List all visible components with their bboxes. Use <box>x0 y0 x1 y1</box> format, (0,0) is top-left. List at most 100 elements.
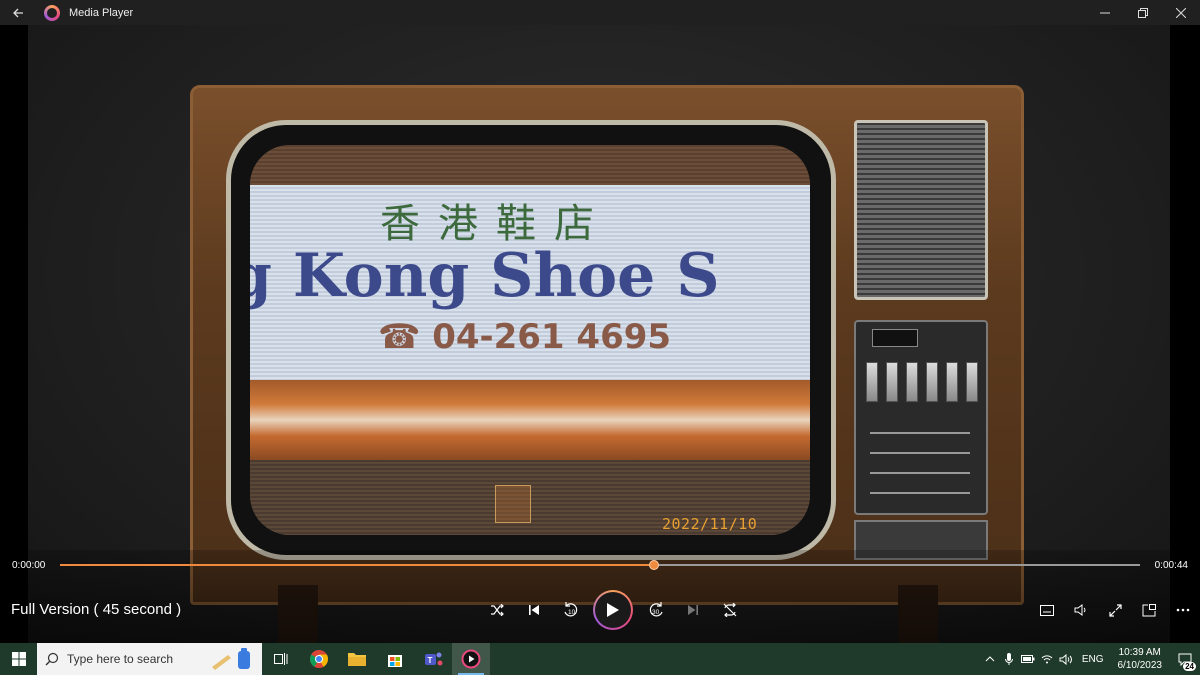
microphone-icon[interactable] <box>1000 653 1019 665</box>
tv-key <box>926 362 938 402</box>
shuffle-button[interactable] <box>478 593 515 627</box>
folder-icon <box>348 653 366 666</box>
restore-button[interactable] <box>1124 0 1162 25</box>
minimize-icon <box>1100 12 1110 13</box>
next-button[interactable] <box>674 593 711 627</box>
wifi-icon[interactable] <box>1038 654 1057 664</box>
video-timestamp: 2022/11/10 10:40 <box>662 515 758 535</box>
taskbar: Type here to search T ENG 10:39 AM 6/10/… <box>0 643 1200 675</box>
captions-button[interactable] <box>1030 593 1064 627</box>
speaker-icon[interactable] <box>1057 653 1076 665</box>
store-icon <box>388 655 402 667</box>
seek-bar-fill <box>60 564 654 566</box>
seek-bar[interactable] <box>60 560 1140 570</box>
chevron-up-icon <box>985 656 995 662</box>
notification-count-badge: 24 <box>1183 662 1196 671</box>
show-hidden-icons-button[interactable] <box>981 656 1000 662</box>
close-button[interactable] <box>1162 0 1200 25</box>
play-icon <box>607 603 619 617</box>
search-icon <box>37 652 67 666</box>
back-arrow-icon <box>13 8 23 17</box>
seek-bar-thumb[interactable] <box>649 560 659 570</box>
tv-speaker-grille <box>854 120 988 300</box>
transport-controls: 10 30 <box>478 590 748 630</box>
sign-phone-number: 04-261 4695 <box>432 317 672 357</box>
close-icon <box>1176 7 1186 18</box>
notification-center-button[interactable]: 24 <box>1170 643 1200 675</box>
shop-sign: 香港鞋店 g Kong Shoe S ☎ 04-261 4695 <box>250 185 810 380</box>
tv-slider <box>870 432 970 434</box>
fullscreen-icon <box>1108 603 1122 617</box>
tv-key <box>906 362 918 402</box>
tv-slider <box>870 492 970 494</box>
taskbar-search-box[interactable]: Type here to search <box>37 643 262 675</box>
media-player-icon <box>461 649 481 669</box>
screen-stripes <box>250 380 810 460</box>
battery-icon[interactable] <box>1019 655 1038 663</box>
taskbar-microsoft-store[interactable] <box>376 643 414 675</box>
total-time: 0:00:44 <box>1154 560 1188 571</box>
tv-screen: 香港鞋店 g Kong Shoe S ☎ 04-261 4695 2022/11… <box>250 145 810 535</box>
skip-back-button[interactable]: 10 <box>552 593 589 627</box>
repeat-off-icon <box>723 603 736 617</box>
fullscreen-button[interactable] <box>1098 593 1132 627</box>
volume-button[interactable] <box>1064 593 1098 627</box>
skip-back-label: 10 <box>568 609 576 616</box>
taskbar-media-player[interactable] <box>452 643 490 675</box>
tv-slider <box>870 452 970 454</box>
tv-key <box>966 362 978 402</box>
task-view-button[interactable] <box>262 643 300 675</box>
more-options-button[interactable] <box>1166 593 1200 627</box>
captions-icon <box>1040 604 1054 616</box>
media-player-app-icon <box>44 4 60 21</box>
miniplayer-icon <box>1142 603 1156 616</box>
tv-slider <box>870 472 970 474</box>
skip-back-10-icon: 10 <box>563 602 577 617</box>
screen-top-band <box>250 145 810 185</box>
tv-power-button <box>872 329 918 347</box>
shuffle-icon <box>490 604 504 616</box>
system-tray: ENG 10:39 AM 6/10/2023 24 <box>981 643 1200 675</box>
title-bar: Media Player <box>0 0 1200 25</box>
tv-key <box>946 362 958 402</box>
sign-english-text: g Kong Shoe S <box>250 241 720 311</box>
miniplayer-button[interactable] <box>1132 593 1166 627</box>
tv-control-panel <box>854 320 988 515</box>
previous-button[interactable] <box>515 593 552 627</box>
sign-phone-text: ☎ 04-261 4695 <box>378 317 671 357</box>
input-language[interactable]: ENG <box>1082 654 1104 665</box>
start-button[interactable] <box>0 643 37 675</box>
svg-text:T: T <box>428 656 433 665</box>
more-icon <box>1176 608 1190 612</box>
skip-forward-30-icon: 30 <box>649 602 663 617</box>
secondary-controls <box>1030 593 1200 627</box>
previous-icon <box>528 605 539 615</box>
taskbar-chrome[interactable] <box>300 643 338 675</box>
taskbar-teams[interactable]: T <box>414 643 452 675</box>
chrome-icon <box>309 650 329 668</box>
restore-icon <box>1138 7 1148 18</box>
teams-icon: T <box>425 652 443 666</box>
next-icon <box>687 605 698 615</box>
tv-key <box>866 362 878 402</box>
volume-icon <box>1074 604 1086 616</box>
skip-forward-label: 30 <box>652 609 660 616</box>
clock-time: 10:39 AM <box>1118 647 1161 658</box>
taskbar-file-explorer[interactable] <box>338 643 376 675</box>
skip-forward-button[interactable]: 30 <box>637 593 674 627</box>
clock-date: 6/10/2023 <box>1117 660 1163 671</box>
search-placeholder: Type here to search <box>67 652 174 666</box>
current-time: 0:00:00 <box>12 560 46 571</box>
media-title: Full Version ( 45 second ) <box>11 601 182 618</box>
clock[interactable]: 10:39 AM 6/10/2023 <box>1118 646 1163 672</box>
play-button[interactable] <box>593 590 633 630</box>
window-title: Media Player <box>69 6 134 19</box>
minimize-button[interactable] <box>1086 0 1124 25</box>
task-view-icon <box>274 653 288 665</box>
repeat-button[interactable] <box>711 593 748 627</box>
tv-key <box>886 362 898 402</box>
windows-logo-icon <box>11 652 26 666</box>
screen-box <box>495 485 531 523</box>
playback-controls: 0:00:00 0:00:44 Full Version ( 45 second… <box>0 550 1200 643</box>
back-button[interactable] <box>0 0 36 25</box>
